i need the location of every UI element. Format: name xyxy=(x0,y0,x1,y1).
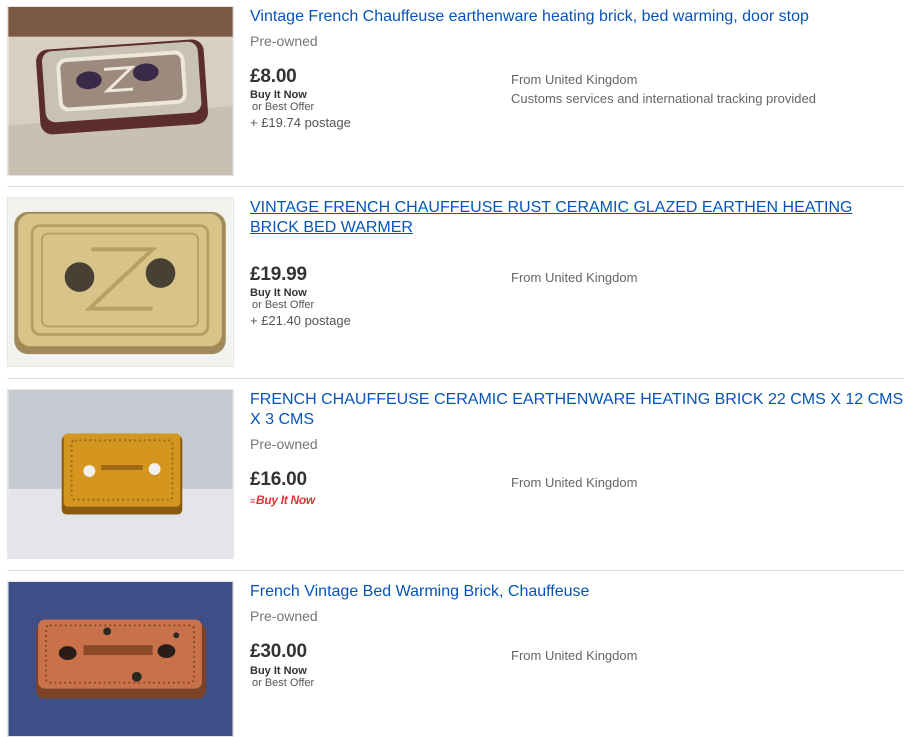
listing-3-buy-it-now-logo: ≡Buy It Now xyxy=(250,493,315,507)
listing-1-best-offer: or Best Offer xyxy=(252,101,315,113)
listing-1-price: £8.00 xyxy=(250,66,297,87)
listing-2-postage: + £21.40 postage xyxy=(250,313,351,328)
listing-4-title[interactable]: French Vintage Bed Warming Brick, Chauff… xyxy=(250,582,905,602)
listing-1-location: From United Kingdom xyxy=(511,72,638,87)
listing-4-image[interactable] xyxy=(7,581,234,737)
listing-1-image[interactable] xyxy=(7,6,234,176)
brick-photo-3 xyxy=(8,390,233,558)
listing-3-image[interactable] xyxy=(7,389,234,559)
listing-item-2: VINTAGE FRENCH CHAUFFEUSE RUST CERAMIC G… xyxy=(0,187,915,379)
listing-1-title[interactable]: Vintage French Chauffeuse earthenware he… xyxy=(250,7,905,27)
listing-item-3: FRENCH CHAUFFEUSE CERAMIC EARTHENWARE HE… xyxy=(0,379,915,571)
listing-2-location: From United Kingdom xyxy=(511,270,638,285)
listing-item-1: Vintage French Chauffeuse earthenware he… xyxy=(0,0,915,187)
listing-1-postage: + £19.74 postage xyxy=(250,115,351,130)
listing-2-title[interactable]: VINTAGE FRENCH CHAUFFEUSE RUST CERAMIC G… xyxy=(250,198,870,238)
listing-2-best-offer: or Best Offer xyxy=(252,299,315,311)
listing-4-best-offer: or Best Offer xyxy=(252,677,315,689)
listing-4-condition: Pre-owned xyxy=(250,608,318,624)
speed-lines-icon: ≡ xyxy=(250,496,255,506)
listing-1-customs-note: Customs services and international track… xyxy=(511,91,816,106)
listing-3-title[interactable]: FRENCH CHAUFFEUSE CERAMIC EARTHENWARE HE… xyxy=(250,390,905,430)
listing-4-location: From United Kingdom xyxy=(511,648,638,663)
listing-2-price: £19.99 xyxy=(250,264,307,285)
listing-2-image[interactable] xyxy=(7,197,234,367)
brick-photo-1 xyxy=(8,7,233,175)
listing-3-price: £16.00 xyxy=(250,469,307,490)
listing-item-4: French Vintage Bed Warming Brick, Chauff… xyxy=(0,571,915,737)
listing-3-condition: Pre-owned xyxy=(250,436,318,452)
listing-1-condition: Pre-owned xyxy=(250,33,318,49)
listing-1-buy-it-now: Buy It Now xyxy=(250,89,307,101)
brick-photo-2 xyxy=(8,198,233,366)
listing-4-buy-it-now: Buy It Now xyxy=(250,665,307,677)
listing-4-price: £30.00 xyxy=(250,641,307,662)
brick-photo-4 xyxy=(8,582,233,736)
listing-2-buy-it-now: Buy It Now xyxy=(250,287,307,299)
listing-3-location: From United Kingdom xyxy=(511,475,638,490)
listing-3-buy-it-now-text: Buy It Now xyxy=(255,493,315,507)
